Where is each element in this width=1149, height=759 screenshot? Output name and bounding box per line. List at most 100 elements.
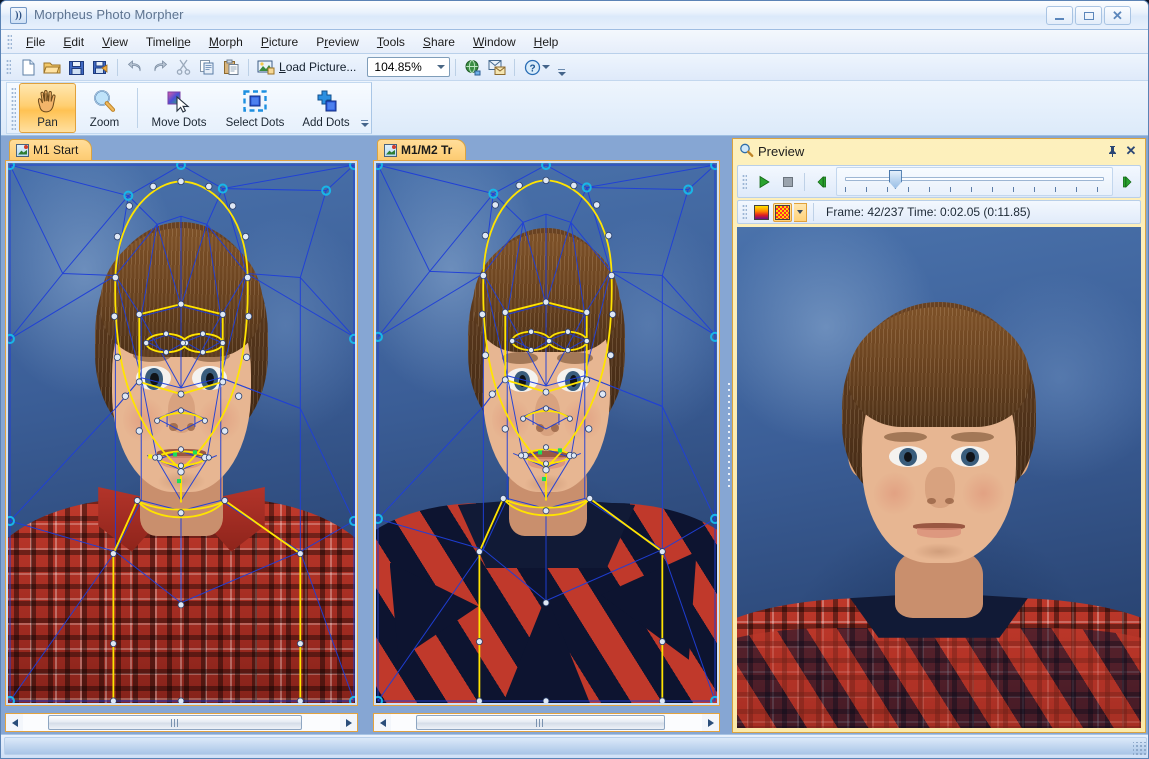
image-document-icon [384, 143, 397, 157]
preview-slider-ticks [845, 187, 1104, 192]
redo-icon[interactable] [148, 56, 170, 78]
splitter-grip[interactable] [727, 381, 731, 491]
cut-icon[interactable] [172, 56, 194, 78]
tools-group: Pan Zoom Move Dots Select Dots Add Dots [6, 82, 372, 134]
menu-bar: File Edit View Timeline Morph Picture Pr… [1, 30, 1148, 54]
document-pane-m1-m2-tr: M1/M2 Tr [369, 136, 724, 736]
preview-status-bar: Frame: 42/237 Time: 0:02.05 (0:11.85) [737, 200, 1141, 224]
scroll-left-arrow-icon[interactable] [374, 714, 391, 731]
preview-status-grip[interactable] [742, 204, 747, 220]
scroll-track-mid[interactable] [391, 714, 702, 731]
step-forward-button[interactable] [1116, 170, 1140, 194]
morph-mesh-overlay-left[interactable] [8, 163, 355, 703]
menu-drag-grip[interactable] [7, 33, 12, 50]
toolbar-drag-grip[interactable] [6, 59, 11, 75]
morph-mesh-overlay-mid[interactable] [376, 163, 717, 703]
stop-button[interactable] [776, 170, 800, 194]
tool-move-dots-button[interactable]: Move Dots [142, 83, 216, 133]
scroll-left-arrow-icon[interactable] [6, 714, 23, 731]
select-dots-icon [239, 88, 271, 115]
horizontal-scrollbar-left[interactable] [5, 713, 358, 732]
dither-mode-dropdown-icon[interactable] [794, 202, 807, 222]
zoom-level-combobox[interactable]: 104.85% [367, 57, 451, 77]
tools-overflow-button[interactable] [358, 83, 371, 133]
canvas-mid[interactable] [376, 163, 717, 703]
document-pane-m1-start: M1 Start [1, 136, 362, 736]
menu-item-edit[interactable]: Edit [54, 32, 93, 52]
tab-m1-m2-tr[interactable]: M1/M2 Tr [377, 139, 467, 160]
email-icon[interactable] [486, 56, 508, 78]
menu-item-tools[interactable]: Tools [368, 32, 414, 52]
app-logo-icon: )) [10, 7, 27, 24]
document-tabstrip-mid: M1/M2 Tr [369, 136, 724, 160]
scroll-right-arrow-icon[interactable] [340, 714, 357, 731]
tool-select-dots-button[interactable]: Select Dots [216, 83, 294, 133]
load-picture-button[interactable]: Load Picture... [254, 56, 362, 78]
tab-m1-start[interactable]: M1 Start [9, 139, 93, 160]
help-dropdown-chevron-icon[interactable] [542, 65, 551, 69]
status-bar [1, 734, 1148, 758]
tool-pan-button[interactable]: Pan [19, 83, 76, 133]
tools-drag-grip[interactable] [11, 87, 16, 131]
application-window: )) Morpheus Photo Morpher ✕ File Edit Vi… [0, 0, 1149, 759]
menu-item-share[interactable]: Share [414, 32, 464, 52]
share-web-icon[interactable] [462, 56, 484, 78]
minimize-button[interactable] [1046, 6, 1073, 25]
copy-icon[interactable] [196, 56, 218, 78]
toolbar-overflow-button[interactable] [556, 56, 567, 78]
menu-item-preview[interactable]: Preview [307, 32, 368, 52]
new-icon[interactable] [17, 56, 39, 78]
help-icon[interactable]: ? [521, 56, 543, 78]
maximize-button[interactable] [1075, 6, 1102, 25]
chevron-down-icon[interactable] [437, 65, 446, 69]
menu-item-file[interactable]: File [17, 32, 54, 52]
preview-toolbar-separator [804, 172, 805, 191]
resize-grip[interactable] [1133, 742, 1147, 756]
tools-toolbar: Pan Zoom Move Dots Select Dots Add Dots [1, 81, 1148, 136]
dither-mode-split-button[interactable] [773, 202, 807, 222]
save-icon[interactable] [65, 56, 87, 78]
title-bar: )) Morpheus Photo Morpher ✕ [1, 1, 1148, 30]
menu-item-view[interactable]: View [93, 32, 137, 52]
preview-render-image[interactable] [737, 227, 1141, 728]
preview-toolbar-grip[interactable] [742, 173, 747, 190]
canvas-frame-mid [373, 160, 720, 706]
tool-add-dots-label: Add Dots [302, 117, 350, 129]
scroll-thumb-left[interactable] [48, 715, 302, 730]
menu-item-window[interactable]: Window [464, 32, 525, 52]
magnifier-icon [91, 88, 118, 115]
preview-slider-track[interactable] [845, 177, 1104, 181]
scroll-thumb-mid[interactable] [415, 715, 665, 730]
preview-timeline-slider[interactable] [836, 167, 1113, 196]
open-icon[interactable] [41, 56, 63, 78]
tab-m1-m2-tr-label: M1/M2 Tr [401, 143, 453, 157]
menu-item-timeline[interactable]: Timeline [137, 32, 200, 52]
undo-icon[interactable] [124, 56, 146, 78]
play-button[interactable] [752, 170, 776, 194]
tool-zoom-button[interactable]: Zoom [76, 83, 133, 133]
scroll-track-left[interactable] [23, 714, 340, 731]
toolbar-separator [117, 58, 118, 76]
tool-add-dots-button[interactable]: Add Dots [294, 83, 358, 133]
close-button[interactable]: ✕ [1104, 6, 1131, 25]
horizontal-scrollbar-mid[interactable] [373, 713, 720, 732]
preview-frame-status: Frame: 42/237 Time: 0:02.05 (0:11.85) [826, 205, 1031, 219]
close-icon[interactable]: ✕ [1123, 143, 1139, 159]
tool-separator [137, 88, 138, 128]
save-as-icon[interactable] [89, 56, 111, 78]
gradient-mode-button[interactable] [752, 203, 771, 222]
tool-select-dots-label: Select Dots [225, 117, 285, 129]
paste-icon[interactable] [220, 56, 242, 78]
tool-zoom-label: Zoom [89, 117, 120, 129]
toolbar-separator [455, 58, 457, 76]
zoom-level-value: 104.85% [374, 60, 422, 74]
canvas-left[interactable] [8, 163, 355, 703]
step-back-button[interactable] [809, 170, 833, 194]
menu-item-morph[interactable]: Morph [200, 32, 252, 52]
toolbar-separator [514, 58, 516, 76]
dither-mode-button[interactable] [773, 202, 792, 222]
menu-item-help[interactable]: Help [525, 32, 568, 52]
pin-icon[interactable] [1104, 143, 1120, 159]
menu-item-picture[interactable]: Picture [252, 32, 307, 52]
scroll-right-arrow-icon[interactable] [702, 714, 719, 731]
